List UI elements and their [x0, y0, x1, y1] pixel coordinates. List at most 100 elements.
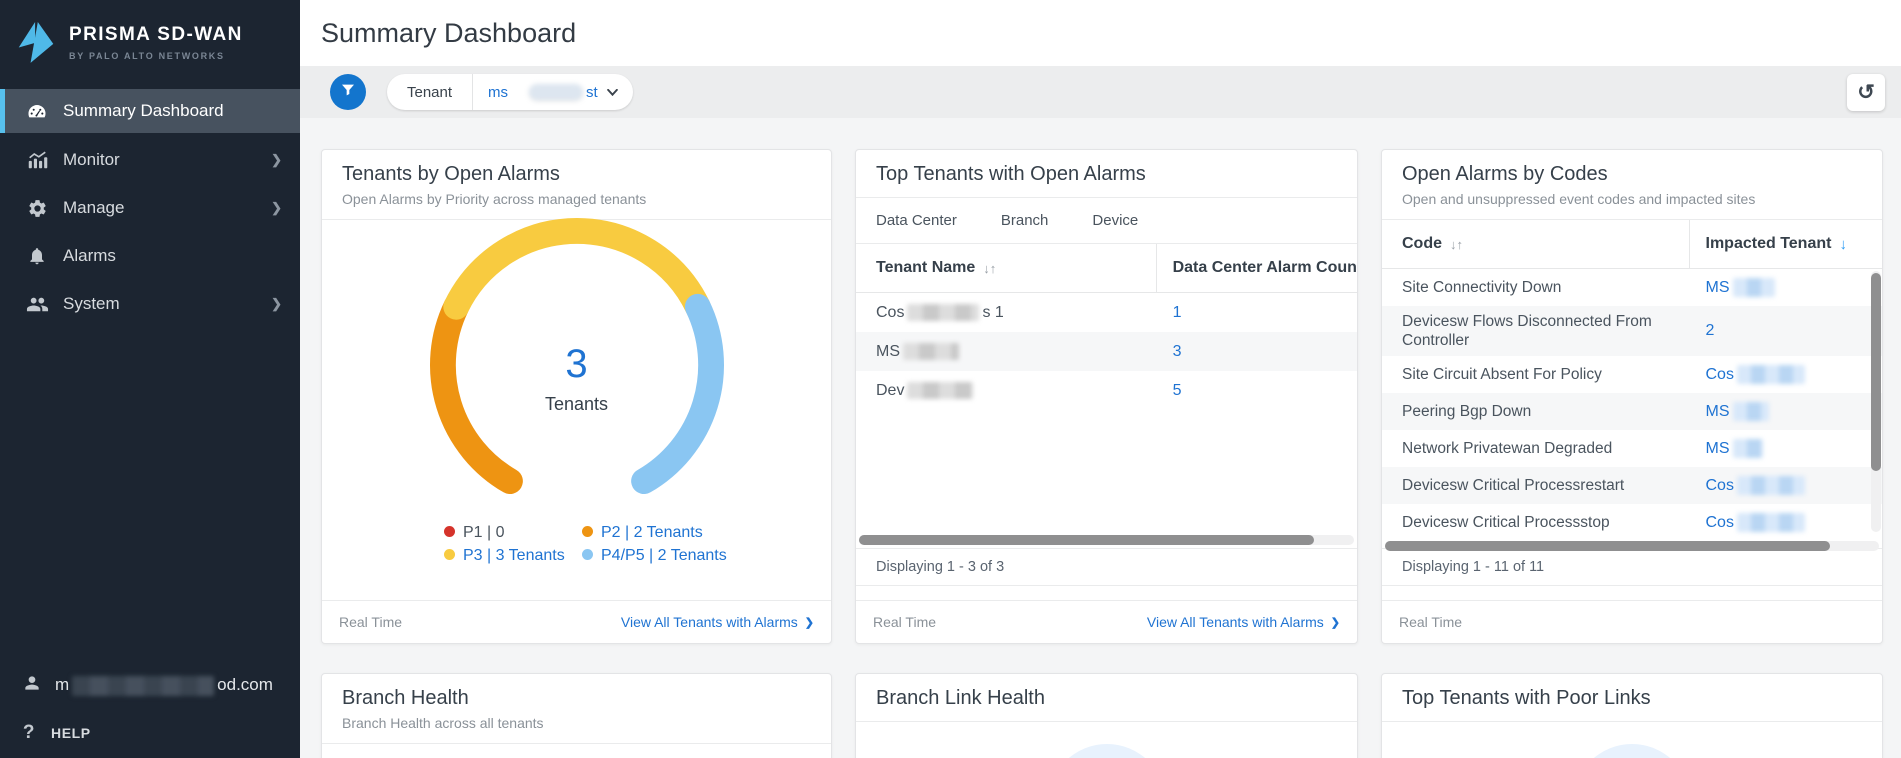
- card-subtitle: Branch Health across all tenants: [342, 715, 811, 731]
- legend-item-p1: P1 | 0: [444, 522, 572, 543]
- impacted-tenant-cell: 2: [1690, 322, 1883, 340]
- legend-item-p2[interactable]: P2 | 2 Tenants: [582, 522, 814, 543]
- redacted-text: [529, 84, 583, 100]
- redacted-text: [903, 343, 959, 360]
- card-title: Top Tenants with Open Alarms: [876, 163, 1337, 186]
- column-code[interactable]: Code ↓↑: [1382, 220, 1690, 268]
- impacted-tenant-link[interactable]: MS: [1706, 279, 1778, 296]
- tab-branch[interactable]: Branch: [1001, 212, 1049, 229]
- horizontal-scrollbar[interactable]: [1385, 541, 1879, 551]
- impacted-tenant-link[interactable]: MS: [1706, 440, 1766, 457]
- sidebar: PRISMA SD-WAN BY PALO ALTO NETWORKS Summ…: [0, 0, 300, 758]
- legend-label: P3 | 3 Tenants: [463, 547, 565, 564]
- legend-item-p3[interactable]: P3 | 3 Tenants: [444, 545, 572, 566]
- users-icon: [24, 293, 50, 316]
- column-tenant-name[interactable]: Tenant Name ↓↑: [856, 244, 1157, 292]
- sort-icon: ↓↑: [1450, 237, 1463, 252]
- reset-filters-button[interactable]: ↺: [1847, 74, 1885, 111]
- legend-item-p4-p5[interactable]: P4/P5 | 2 Tenants: [582, 545, 814, 566]
- sidebar-item-label: Monitor: [63, 150, 271, 170]
- view-all-tenants-link[interactable]: View All Tenants with Alarms ❯: [1147, 614, 1340, 630]
- sidebar-item-manage[interactable]: Manage❯: [0, 184, 300, 232]
- impacted-tenant-link[interactable]: MS: [1706, 403, 1772, 420]
- sort-icon: ↓↑: [983, 261, 996, 276]
- poor-links-chart: [1382, 722, 1882, 758]
- page-header: Summary Dashboard: [300, 0, 1901, 66]
- scrollbar-thumb[interactable]: [1385, 541, 1830, 551]
- chevron-right-icon: ❯: [1331, 616, 1340, 629]
- sidebar-item-system[interactable]: System❯: [0, 280, 300, 328]
- impacted-tenant-link[interactable]: Cos: [1706, 477, 1808, 494]
- person-icon: [22, 673, 42, 698]
- impacted-tenant-link[interactable]: 2: [1706, 322, 1715, 339]
- dashboard-content: Tenants by Open Alarms Open Alarms by Pr…: [300, 118, 1901, 758]
- alarm-count-cell: 3: [1157, 343, 1357, 361]
- user-account[interactable]: mod.com: [22, 673, 300, 698]
- filter-button[interactable]: [330, 74, 366, 110]
- undo-icon: ↺: [1857, 82, 1875, 103]
- alarm-code-cell: Devicesw Critical Processrestart: [1382, 476, 1690, 495]
- alarm-count-link[interactable]: 5: [1173, 382, 1182, 399]
- chevron-right-icon: ❯: [805, 616, 814, 629]
- sort-descending-icon: ↓: [1839, 236, 1847, 253]
- card-title: Top Tenants with Poor Links: [1402, 687, 1862, 710]
- sidebar-item-summary-dashboard[interactable]: Summary Dashboard: [0, 89, 300, 133]
- redacted-text: [907, 382, 973, 399]
- branch-link-health-chart: [856, 722, 1357, 758]
- impacted-tenant-cell: MS: [1690, 278, 1883, 297]
- filter-bar: Tenant msst ↺: [300, 66, 1901, 118]
- table-row: Devicesw Flows Disconnected From Control…: [1382, 306, 1882, 356]
- horizontal-scrollbar[interactable]: [859, 535, 1354, 545]
- alarm-count-link[interactable]: 3: [1173, 343, 1182, 360]
- donut-segment-p2[interactable]: [442, 307, 509, 481]
- redacted-text: [1733, 439, 1763, 458]
- tab-data-center[interactable]: Data Center: [876, 212, 957, 229]
- donut-legend: P1 | 0 P2 | 2 Tenants P3 | 3 Tenants P4/P5 …: [444, 522, 831, 566]
- donut-segment-p3[interactable]: [456, 231, 698, 307]
- realtime-label: Real Time: [339, 614, 402, 630]
- redacted-text: [1733, 278, 1775, 297]
- help-link[interactable]: ? HELP: [22, 722, 300, 744]
- card-branch-link-health: Branch Link Health: [855, 673, 1358, 758]
- impacted-tenant-link[interactable]: Cos: [1706, 366, 1808, 383]
- redacted-text: [1737, 513, 1805, 532]
- sidebar-item-alarms[interactable]: Alarms: [0, 232, 300, 280]
- sidebar-item-label: Alarms: [63, 246, 282, 266]
- table-body: Site Connectivity DownMSDevicesw Flows D…: [1382, 269, 1882, 548]
- table-row: Peering Bgp DownMS: [1382, 393, 1882, 430]
- brand-byline: BY PALO ALTO NETWORKS: [69, 51, 243, 61]
- donut-arc-partial: [1048, 744, 1166, 758]
- vertical-scrollbar[interactable]: [1871, 271, 1881, 532]
- gear-icon: [24, 198, 50, 219]
- tenant-filter-chip[interactable]: Tenant msst: [387, 74, 633, 110]
- chart-icon: [24, 149, 50, 171]
- chip-value[interactable]: msst: [473, 84, 633, 101]
- donut-segment-p4-p5[interactable]: [644, 307, 711, 481]
- tab-device[interactable]: Device: [1092, 212, 1138, 229]
- chevron-right-icon: ❯: [271, 152, 282, 168]
- sidebar-item-label: System: [63, 294, 271, 314]
- displaying-count: Displaying 1 - 3 of 3: [856, 548, 1357, 586]
- legend-label: P1 | 0: [463, 524, 505, 541]
- sidebar-item-monitor[interactable]: Monitor❯: [0, 136, 300, 184]
- column-dc-alarm-count[interactable]: Data Center Alarm Count: [1157, 244, 1357, 292]
- column-impacted-tenant[interactable]: Impacted Tenant ↓: [1690, 220, 1883, 268]
- scrollbar-thumb[interactable]: [1871, 273, 1881, 471]
- redacted-text: [1733, 402, 1769, 421]
- redacted-text: [1737, 365, 1805, 384]
- card-subtitle: Open and unsuppressed event codes and im…: [1402, 191, 1862, 207]
- legend-label: P4/P5 | 2 Tenants: [601, 547, 727, 564]
- donut-arc-partial: [1573, 744, 1691, 758]
- alarm-count-cell: 5: [1157, 382, 1357, 400]
- card-top-tenants-open-alarms: Top Tenants with Open Alarms Data Center…: [855, 149, 1358, 644]
- scrollbar-thumb[interactable]: [859, 535, 1314, 545]
- impacted-tenant-link[interactable]: Cos: [1706, 514, 1808, 531]
- alarm-count-link[interactable]: 1: [1173, 304, 1182, 321]
- app-root: PRISMA SD-WAN BY PALO ALTO NETWORKS Summ…: [0, 0, 1901, 758]
- view-all-tenants-link[interactable]: View All Tenants with Alarms ❯: [621, 614, 814, 630]
- displaying-count: Displaying 1 - 11 of 11: [1382, 548, 1882, 586]
- tenant-name-cell: Coss 1: [856, 304, 1157, 322]
- legend-dot-icon: [582, 526, 593, 537]
- impacted-tenant-cell: Cos: [1690, 365, 1883, 384]
- table-row: MS3: [856, 332, 1357, 371]
